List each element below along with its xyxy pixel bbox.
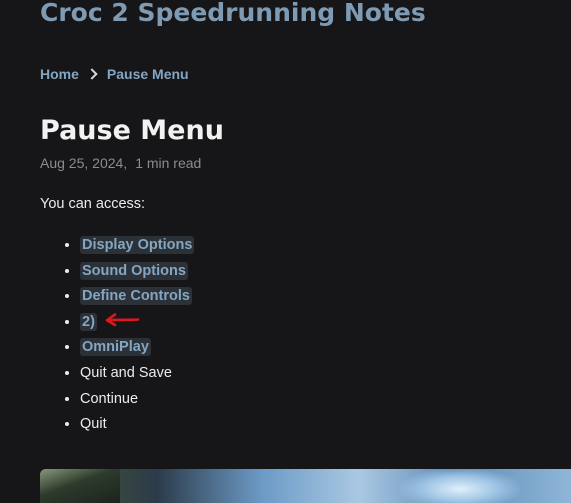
list-item: Continue: [80, 389, 194, 415]
intro-text: You can access:: [40, 196, 146, 212]
define-controls-link[interactable]: Define Controls: [80, 287, 192, 306]
quit-text: Quit: [80, 416, 107, 433]
display-options-link[interactable]: Display Options: [80, 236, 195, 254]
list-item: OmniPlay: [80, 337, 194, 363]
item-2-link[interactable]: 2): [80, 312, 97, 331]
sound-options-link[interactable]: Sound Options: [80, 261, 188, 280]
red-arrow-annotation-icon: [105, 313, 140, 327]
page: Croc 2 Speedrunning Notes Home Pause Men…: [0, 0, 571, 503]
chevron-right-icon: [86, 68, 98, 80]
hero-screenshot-image: [40, 469, 571, 503]
list-item: Define Controls: [80, 286, 194, 312]
list-item: Sound Options: [80, 261, 194, 287]
list-item: Quit: [80, 414, 194, 440]
page-title: Pause Menu: [40, 115, 224, 146]
post-meta: Aug 25, 2024, 1 min read: [40, 155, 201, 171]
breadcrumb-home-link[interactable]: Home: [40, 66, 79, 82]
list-item: Display Options: [80, 235, 195, 261]
quit-and-save-text: Quit and Save: [80, 364, 172, 381]
omniplay-link[interactable]: OmniPlay: [80, 338, 151, 357]
list-item: Quit and Save: [80, 363, 194, 389]
read-time: 1 min read: [135, 155, 202, 171]
continue-text: Continue: [80, 390, 139, 407]
post-date: Aug 25, 2024,: [40, 155, 128, 171]
breadcrumb-current-link[interactable]: Pause Menu: [107, 66, 189, 82]
breadcrumb: Home Pause Menu: [40, 66, 189, 82]
pause-menu-options-list: Display Options Sound Options Define Con…: [62, 235, 195, 440]
site-title-link[interactable]: Croc 2 Speedrunning Notes: [40, 0, 426, 27]
